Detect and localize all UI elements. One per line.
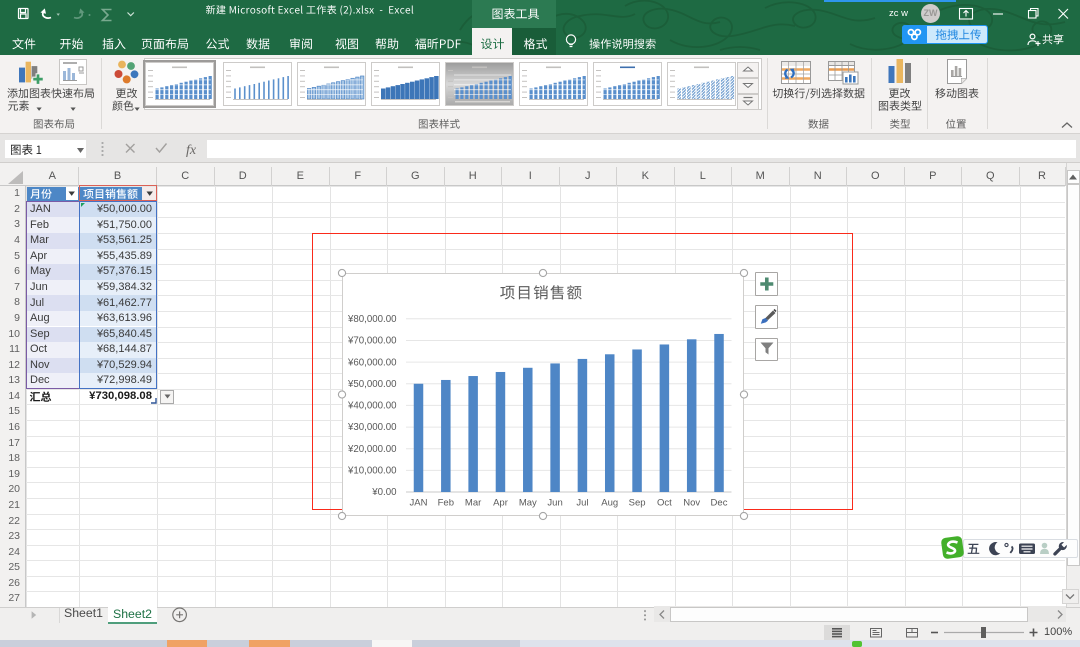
svg-text:¥10,000.00: ¥10,000.00 [347,466,397,477]
svg-text:JAN: JAN [410,498,428,509]
svg-text:Sep: Sep [629,498,646,509]
svg-text:¥80,000.00: ¥80,000.00 [347,314,397,325]
svg-text:Dec: Dec [711,498,728,509]
svg-text:¥40,000.00: ¥40,000.00 [347,401,397,412]
svg-text:fx: fx [186,143,197,158]
svg-text:Feb: Feb [438,498,454,509]
svg-text:Jun: Jun [547,498,562,509]
svg-text:¥50,000.00: ¥50,000.00 [347,379,397,390]
svg-text:¥70,000.00: ¥70,000.00 [347,336,397,347]
svg-text:Nov: Nov [683,498,700,509]
svg-text:Jul: Jul [576,498,588,509]
svg-text:¥0.00: ¥0.00 [371,487,397,498]
svg-text:¥30,000.00: ¥30,000.00 [347,422,397,433]
svg-text:Aug: Aug [601,498,618,509]
svg-text:Apr: Apr [493,498,508,509]
svg-text:¥20,000.00: ¥20,000.00 [347,444,397,455]
svg-text:¥60,000.00: ¥60,000.00 [347,357,397,368]
svg-text:Oct: Oct [657,498,672,509]
svg-text:May: May [519,498,537,509]
svg-text:Mar: Mar [465,498,481,509]
